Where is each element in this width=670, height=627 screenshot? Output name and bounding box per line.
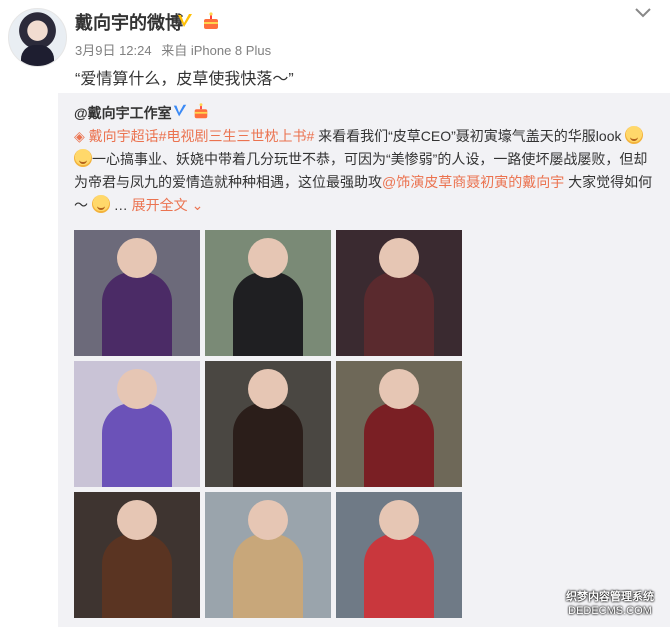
photo-thumbnail[interactable] bbox=[74, 492, 200, 618]
photo-thumbnail[interactable] bbox=[74, 361, 200, 487]
repost-text-part1: 来看看我们“皮草CEO”聂初寅壕气盖天的华服look bbox=[314, 128, 622, 144]
birthday-icon bbox=[204, 12, 218, 29]
photo-thumbnail[interactable] bbox=[205, 230, 331, 356]
birthday-icon bbox=[194, 103, 208, 119]
gem-icon: ◈ bbox=[74, 128, 85, 144]
post-text: “爱情算什么，皮草使我快落～” bbox=[75, 71, 294, 88]
photo-thumbnail[interactable] bbox=[336, 230, 462, 356]
hashtag-link[interactable]: #电视剧三生三世枕上书# bbox=[159, 128, 315, 144]
photo-thumbnail[interactable] bbox=[205, 492, 331, 618]
verified-v-icon bbox=[173, 104, 187, 117]
post-source: 来自 iPhone 8 Plus bbox=[161, 43, 272, 58]
emoji-icon bbox=[91, 195, 110, 213]
chevron-down-icon[interactable] bbox=[633, 6, 653, 20]
watermark-line2: DEDECMS.COM bbox=[568, 605, 652, 617]
super-topic-link[interactable]: 戴向宇超话 bbox=[89, 128, 159, 144]
expand-link[interactable]: 展开全文 bbox=[132, 197, 188, 213]
repost-text: ◈ 戴向宇超话#电视剧三生三世枕上书# 来看看我们“皮草CEO”聂初寅壕气盖天的… bbox=[74, 126, 653, 213]
repost-author[interactable]: @戴向宇工作室 bbox=[74, 103, 172, 123]
verified-v-icon bbox=[178, 14, 192, 27]
emoji-icon bbox=[74, 149, 92, 167]
post-meta: 3月9日 12:24 来自 iPhone 8 Plus bbox=[75, 40, 277, 59]
repost-card: @戴向宇工作室 ◈ 戴向宇超话#电视剧三生三世枕上书# 来看看我们“皮草CEO”… bbox=[58, 93, 670, 627]
photo-thumbnail[interactable] bbox=[336, 492, 462, 618]
avatar[interactable] bbox=[8, 8, 67, 67]
chevron-down-icon[interactable]: ⌄ bbox=[192, 197, 204, 213]
mention-link[interactable]: @饰演皮草商聂初寅的戴向宇 bbox=[382, 174, 564, 190]
author-name[interactable]: 戴向宇的微博 bbox=[75, 9, 183, 35]
watermark: 织梦内容管理系统 DEDECMS.COM bbox=[556, 590, 664, 622]
watermark-line1: 织梦内容管理系统 bbox=[566, 591, 654, 603]
post-date[interactable]: 3月9日 12:24 bbox=[75, 43, 152, 58]
photo-thumbnail[interactable] bbox=[336, 361, 462, 487]
photo-thumbnail[interactable] bbox=[205, 361, 331, 487]
emoji-icon bbox=[625, 126, 644, 144]
photo-thumbnail[interactable] bbox=[74, 230, 200, 356]
